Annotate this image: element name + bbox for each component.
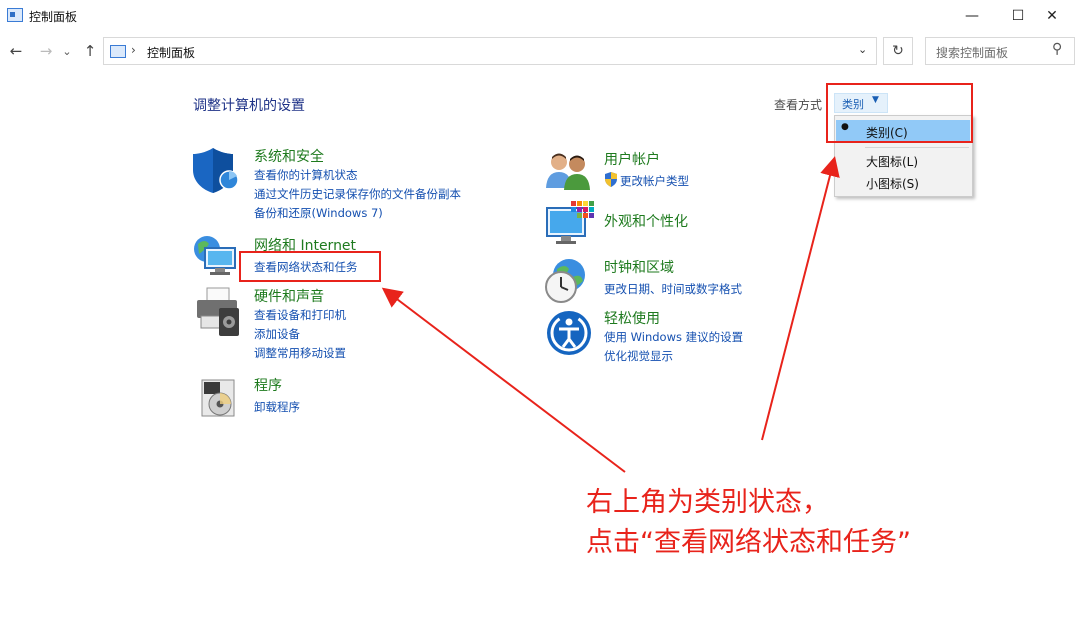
annotation-arrows	[381, 156, 840, 473]
arrow-to-network-link	[381, 287, 626, 473]
annotation-text-line2: 点击“查看网络状态和任务”	[586, 527, 911, 558]
annotation-text-line1: 右上角为类别状态，	[586, 487, 829, 518]
arrow-to-view-by	[761, 156, 840, 441]
